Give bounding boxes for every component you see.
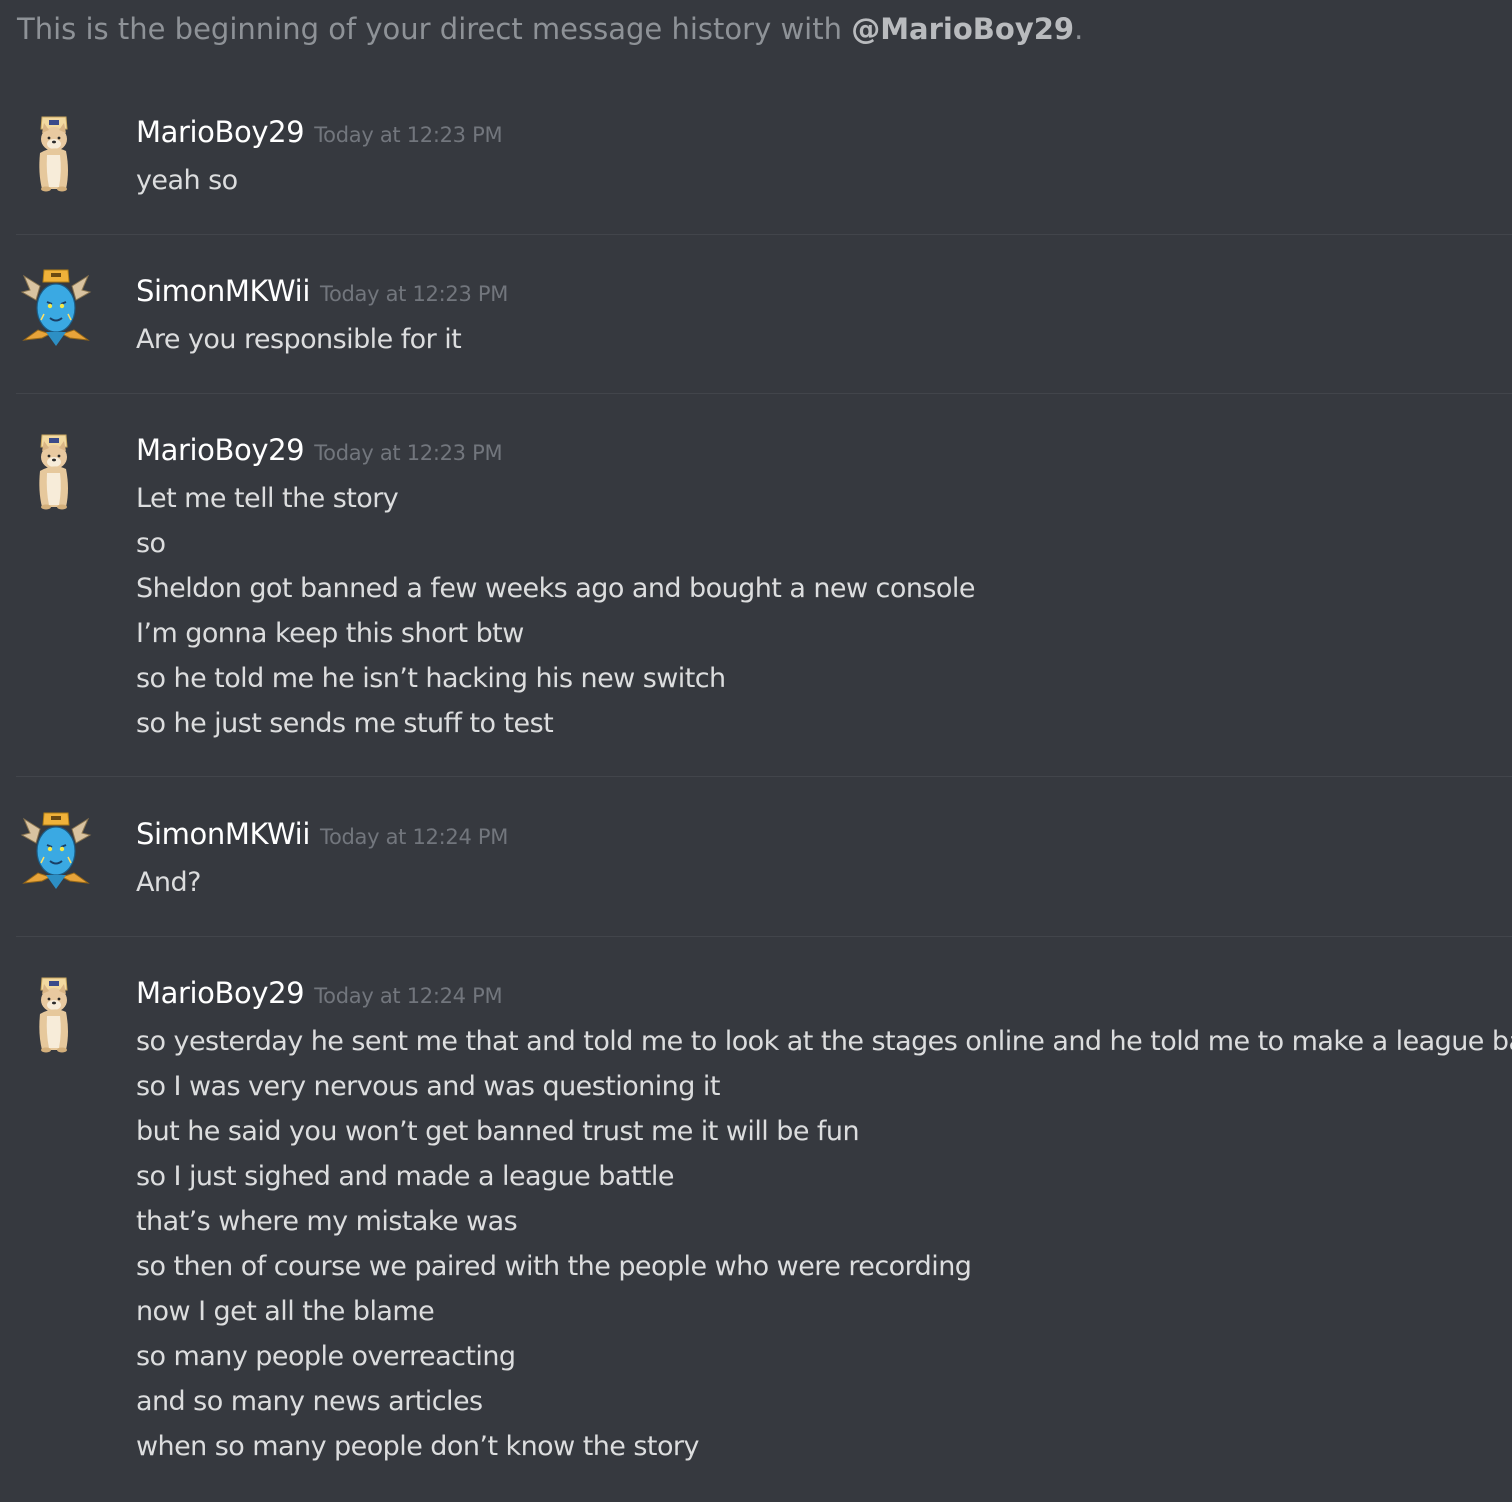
message-content: Let me tell the story so Sheldon got ban… — [136, 476, 975, 746]
intro-mention[interactable]: @MarioBoy29 — [851, 12, 1074, 46]
message-divider — [16, 776, 1512, 777]
message-line: so many people overreacting — [136, 1341, 516, 1372]
message-author[interactable]: SimonMKWii — [136, 817, 310, 851]
message-divider — [16, 936, 1512, 937]
message-timestamp: Today at 12:23 PM — [314, 123, 503, 147]
message-line: that’s where my mistake was — [136, 1206, 518, 1237]
message-line: and so many news articles — [136, 1386, 483, 1417]
dm-history-intro: This is the beginning of your direct mes… — [17, 12, 1083, 46]
message-timestamp: Today at 12:24 PM — [320, 825, 509, 849]
message-timestamp: Today at 12:24 PM — [314, 984, 503, 1008]
blue-face-avatar-icon[interactable] — [20, 811, 92, 893]
message-line: yeah so — [136, 165, 238, 196]
message-content: so yesterday he sent me that and told me… — [136, 1019, 1512, 1469]
message-timestamp: Today at 12:23 PM — [320, 282, 509, 306]
message-line: so I just sighed and made a league battl… — [136, 1161, 674, 1192]
message-line: Let me tell the story — [136, 483, 399, 514]
message-author[interactable]: MarioBoy29 — [136, 115, 305, 149]
intro-suffix: . — [1074, 12, 1084, 46]
message-content: yeah so — [136, 158, 238, 203]
message-line: Sheldon got banned a few weeks ago and b… — [136, 573, 975, 604]
message-divider — [16, 393, 1512, 394]
message-line: but he said you won’t get banned trust m… — [136, 1116, 860, 1147]
message-line: so I was very nervous and was questionin… — [136, 1071, 720, 1102]
message-timestamp: Today at 12:23 PM — [314, 441, 503, 465]
message-line: so yesterday he sent me that and told me… — [136, 1026, 1512, 1057]
intro-text: This is the beginning of your direct mes… — [17, 12, 852, 46]
message-line: now I get all the blame — [136, 1296, 435, 1327]
message-line: I’m gonna keep this short btw — [136, 618, 524, 649]
message-content: And? — [136, 860, 201, 905]
shiba-dog-avatar-icon[interactable] — [20, 111, 92, 193]
message-content: Are you responsible for it — [136, 317, 462, 362]
message-line: And? — [136, 867, 201, 898]
message-author[interactable]: MarioBoy29 — [136, 433, 305, 467]
shiba-dog-avatar-icon[interactable] — [20, 972, 92, 1054]
message-line: Are you responsible for it — [136, 324, 462, 355]
message-line: when so many people don’t know the story — [136, 1431, 699, 1462]
message-author[interactable]: SimonMKWii — [136, 274, 310, 308]
message-line: so he told me he isn’t hacking his new s… — [136, 663, 726, 694]
message-line: so — [136, 528, 166, 559]
message-line: so then of course we paired with the peo… — [136, 1251, 972, 1282]
message-divider — [16, 234, 1512, 235]
message-line: so he just sends me stuff to test — [136, 708, 554, 739]
blue-face-avatar-icon[interactable] — [20, 268, 92, 350]
message-author[interactable]: MarioBoy29 — [136, 976, 305, 1010]
shiba-dog-avatar-icon[interactable] — [20, 429, 92, 511]
